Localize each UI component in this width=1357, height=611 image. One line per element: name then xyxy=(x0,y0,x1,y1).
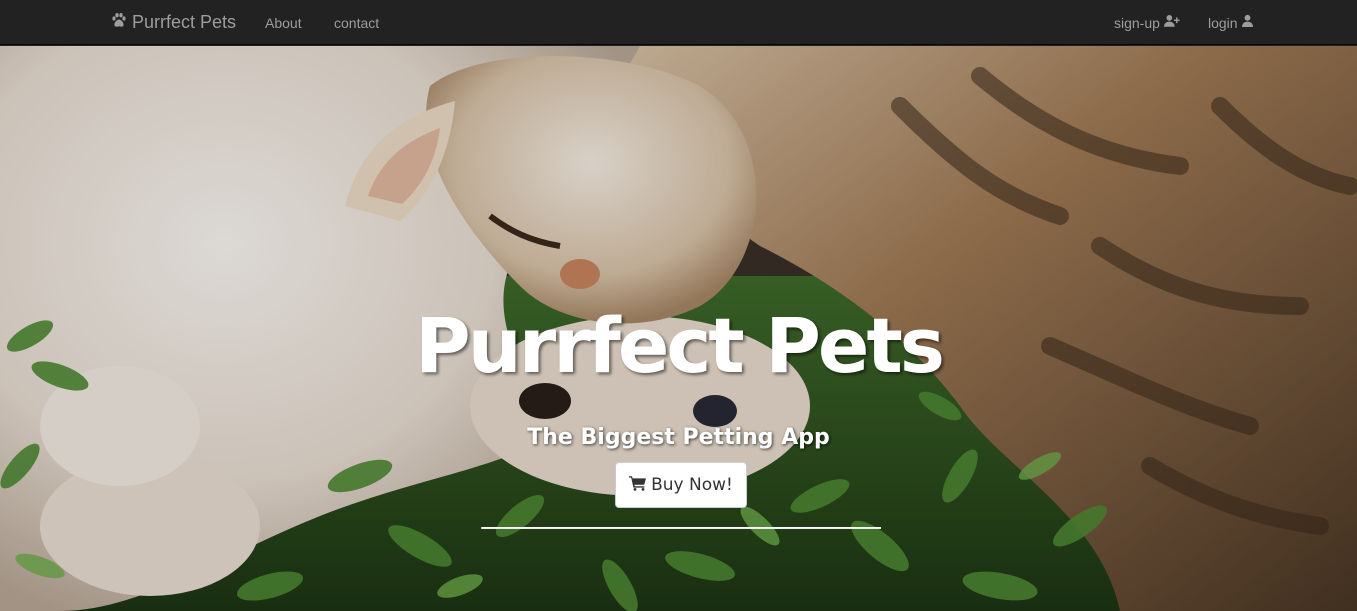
paw-icon xyxy=(111,12,127,33)
nav-link-label: About xyxy=(265,14,302,31)
user-plus-icon xyxy=(1163,14,1180,31)
nav-link-label: sign-up xyxy=(1114,14,1160,31)
nav-link-contact[interactable]: contact xyxy=(334,0,379,45)
nav-link-label: contact xyxy=(334,14,380,31)
brand-label: Purrfect Pets xyxy=(132,12,237,32)
shopping-cart-icon xyxy=(629,475,647,496)
buy-now-label: Buy Now! xyxy=(651,475,733,495)
hero-title: Purrfect Pets xyxy=(414,301,945,390)
nav-link-about[interactable]: About xyxy=(265,0,302,45)
hero-subtitle: The Biggest Petting App xyxy=(527,425,830,450)
nav-link-sign-up[interactable]: sign-up xyxy=(1114,0,1180,45)
brand-link[interactable]: Purrfect Pets xyxy=(111,0,236,45)
hero-content: Purrfect Pets The Biggest Petting App Bu… xyxy=(0,46,1357,611)
navbar: Purrfect Pets About contact sign-up logi… xyxy=(0,0,1357,45)
hero-divider xyxy=(481,527,881,529)
hero-section: Purrfect Pets The Biggest Petting App Bu… xyxy=(0,46,1357,611)
nav-link-label: login xyxy=(1208,14,1238,31)
user-icon xyxy=(1241,14,1253,31)
nav-link-login[interactable]: login xyxy=(1208,0,1253,45)
buy-now-button[interactable]: Buy Now! xyxy=(615,462,747,508)
